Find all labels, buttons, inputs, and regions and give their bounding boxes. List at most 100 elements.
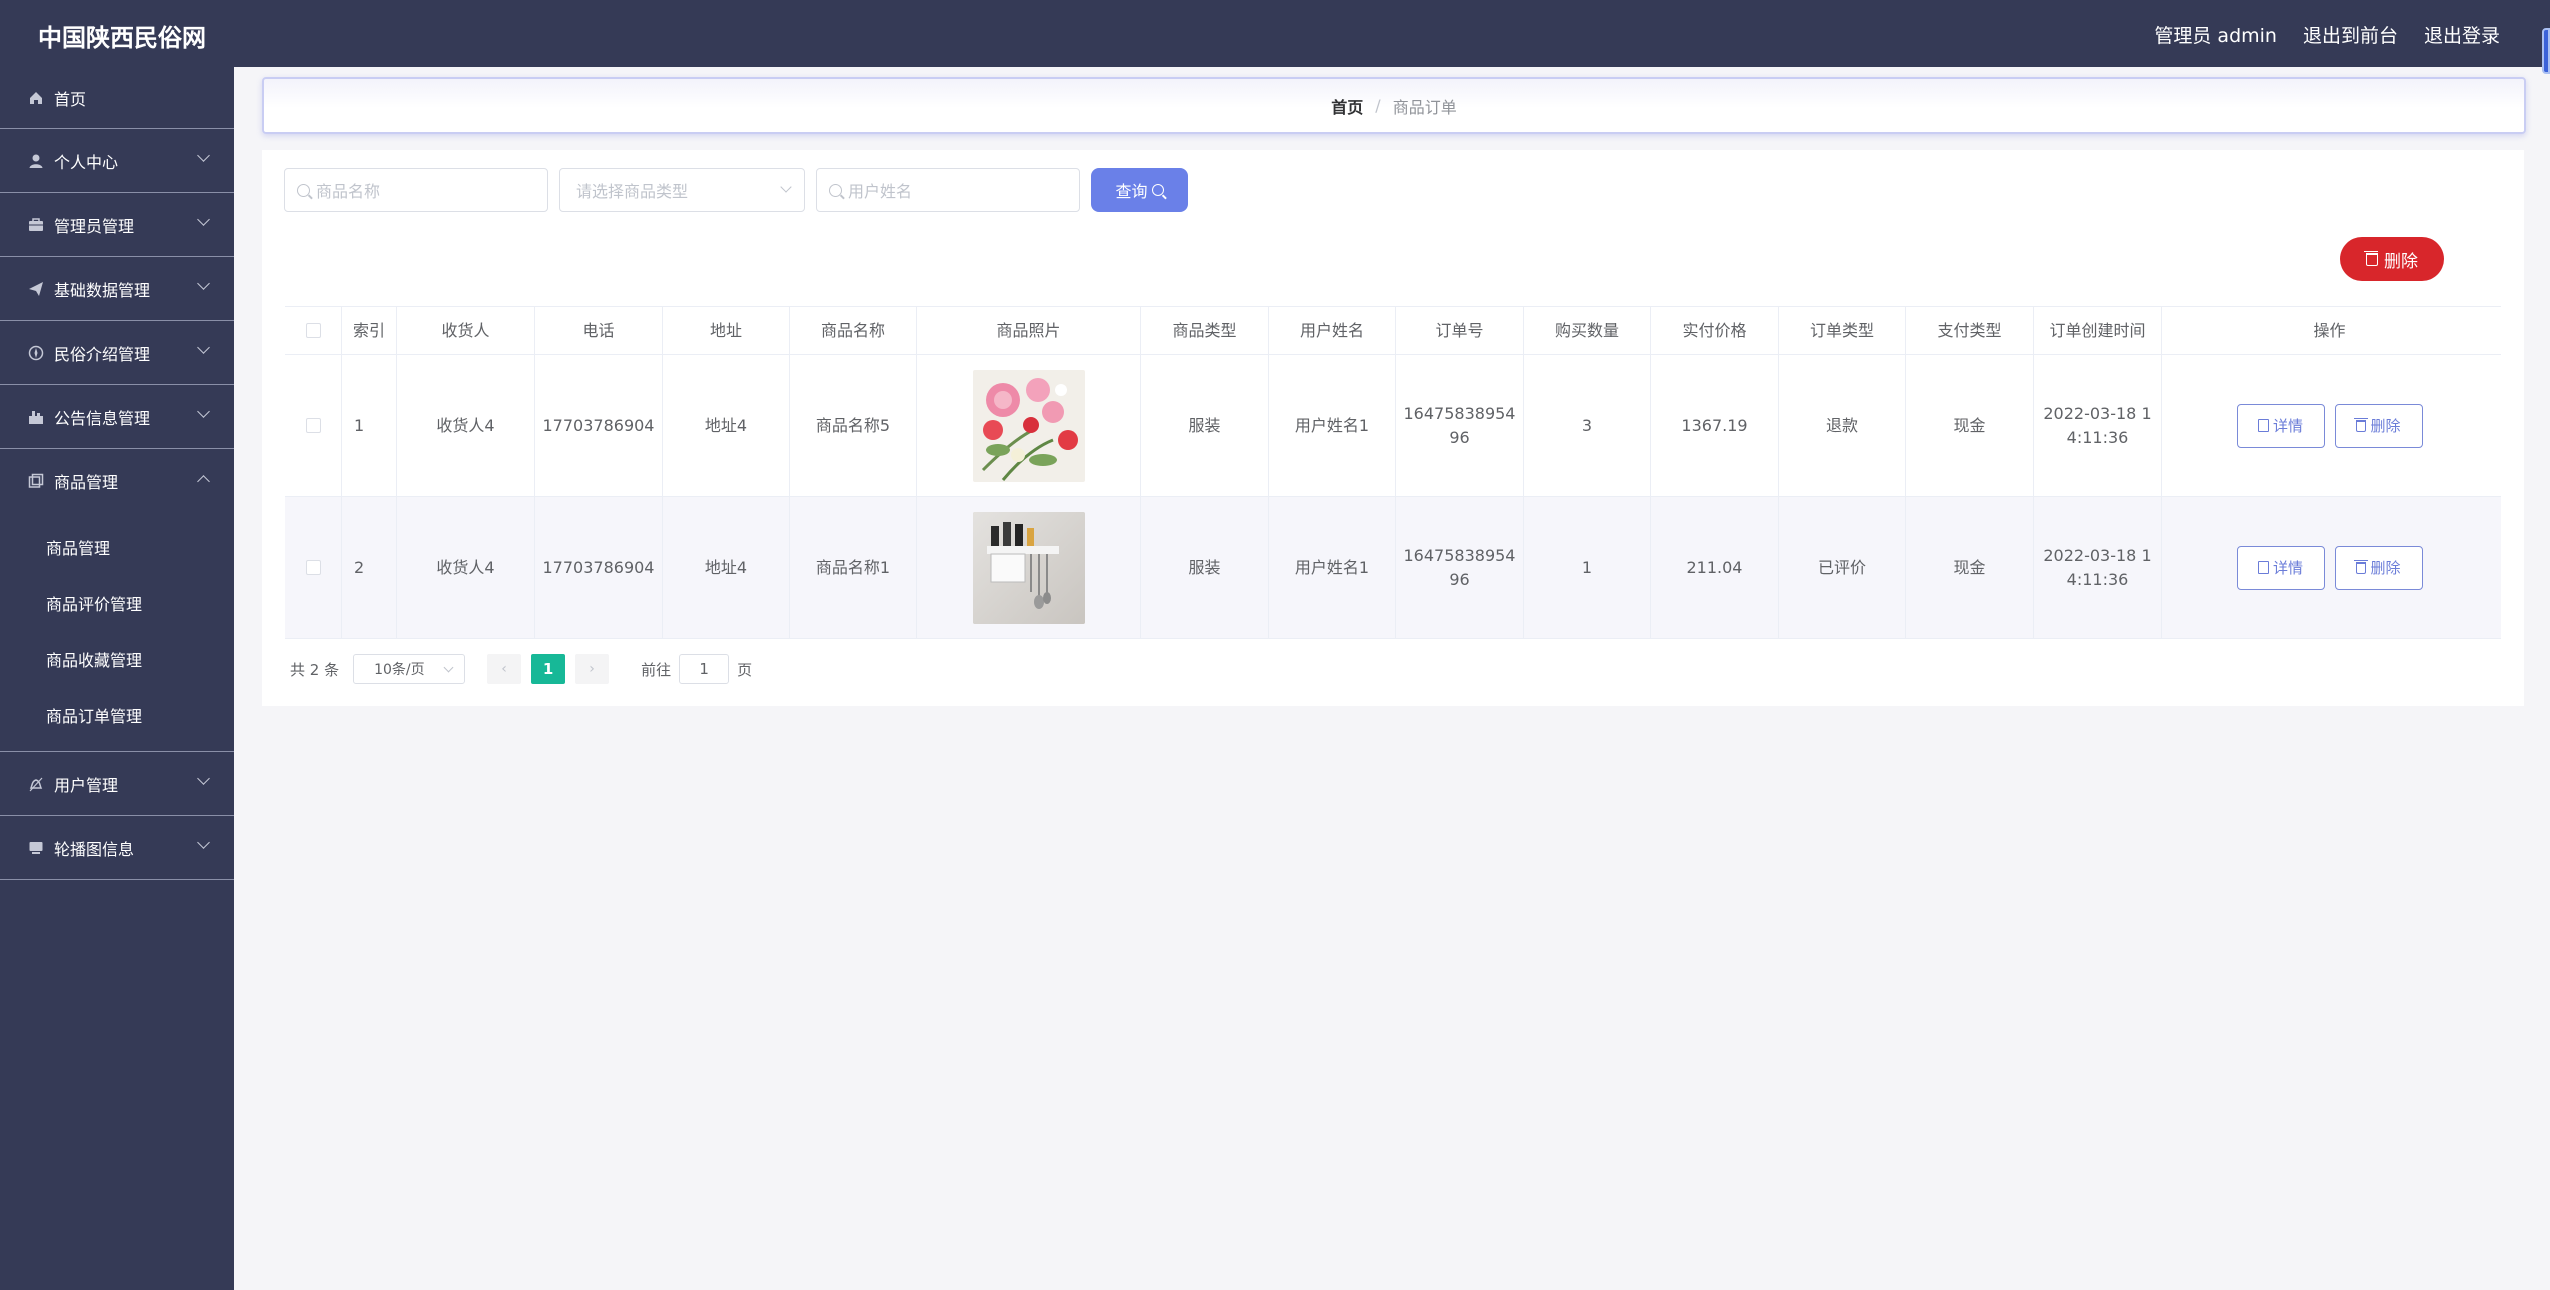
user-name-placeholder: 用户姓名 bbox=[848, 182, 913, 201]
header-order-type: 订单类型 bbox=[1779, 307, 1906, 354]
sidebar-item-notice[interactable]: 公告信息管理 bbox=[0, 385, 234, 449]
cell-actions: 详情 删除 bbox=[2162, 355, 2497, 496]
page-size-value: 10条/页 bbox=[374, 662, 425, 678]
cell-goods-name: 商品名称5 bbox=[790, 355, 917, 496]
cell-created: 2022-03-18 1 4:11:36 bbox=[2034, 355, 2162, 496]
cell-goods-name: 商品名称1 bbox=[790, 497, 917, 638]
header-created: 订单创建时间 bbox=[2034, 307, 2162, 354]
detail-label: 详情 bbox=[2272, 558, 2303, 577]
cell-receiver: 收货人4 bbox=[397, 497, 535, 638]
chevron-right-icon: › bbox=[589, 661, 595, 677]
chevron-down-icon bbox=[443, 662, 454, 673]
exit-to-front-link[interactable]: 退出到前台 bbox=[2303, 21, 2398, 48]
sidebar-item-carousel[interactable]: 轮播图信息 bbox=[0, 816, 234, 880]
sidebar-item-folk-intro[interactable]: 民俗介绍管理 bbox=[0, 321, 234, 385]
row-checkbox[interactable] bbox=[305, 560, 321, 575]
logout-link[interactable]: 退出登录 bbox=[2424, 21, 2500, 48]
batch-delete-button[interactable]: 删除 bbox=[2340, 237, 2444, 281]
header-receiver: 收货人 bbox=[397, 307, 535, 354]
header-actions: 操作 bbox=[2313, 320, 2346, 340]
prev-page-button[interactable]: ‹ bbox=[487, 654, 522, 684]
page-suffix: 页 bbox=[737, 660, 753, 679]
order-no-line2: 96 bbox=[1449, 569, 1470, 589]
user-name-input[interactable]: 用户姓名 bbox=[816, 168, 1080, 212]
chevron-down-icon bbox=[780, 181, 792, 193]
page-number-current[interactable]: 1 bbox=[531, 654, 566, 684]
sidebar-item-label: 民俗介绍管理 bbox=[54, 344, 151, 364]
sidebar-item-home[interactable]: 首页 bbox=[0, 67, 234, 129]
pagination: 共 2 条 10条/页 ‹ 1 › 前往 1 页 bbox=[290, 654, 752, 684]
table-header-row: 索引 收货人 电话 地址 商品名称 商品照片 商品类型 用户姓名 订单号 购买数… bbox=[285, 307, 2501, 355]
cell-user-name: 用户姓名1 bbox=[1269, 355, 1396, 496]
pagination-total: 共 2 条 bbox=[290, 660, 340, 679]
row-select-cell bbox=[285, 355, 342, 496]
chevron-down-icon bbox=[197, 149, 210, 162]
detail-button[interactable]: 详情 bbox=[2236, 403, 2325, 448]
goods-submenu: 商品管理 商品评价管理 商品收藏管理 商品订单管理 bbox=[0, 513, 234, 752]
sidebar-item-label: 公告信息管理 bbox=[54, 408, 151, 428]
sidebar-item-users[interactable]: 用户管理 bbox=[0, 752, 234, 816]
sidebar-subitem-goods-order[interactable]: 商品订单管理 bbox=[0, 687, 234, 743]
header-goods-name: 商品名称 bbox=[790, 307, 917, 354]
flowers-photo[interactable] bbox=[972, 369, 1085, 482]
created-line2: 4:11:36 bbox=[2066, 569, 2129, 589]
goods-type-placeholder: 请选择商品类型 bbox=[576, 182, 689, 201]
goods-type-select[interactable]: 请选择商品类型 bbox=[559, 168, 805, 212]
order-no-line1: 16475838954 bbox=[1403, 545, 1516, 565]
breadcrumb-home[interactable]: 首页 bbox=[1331, 94, 1363, 118]
chevron-left-icon: ‹ bbox=[501, 661, 507, 677]
cell-created: 2022-03-18 1 4:11:36 bbox=[2034, 497, 2162, 638]
page-jump: 前往 1 页 bbox=[641, 654, 752, 684]
cell-order-no: 16475838954 96 bbox=[1396, 355, 1524, 496]
sidebar-subitem-goods-favorite[interactable]: 商品收藏管理 bbox=[0, 631, 234, 687]
user-icon bbox=[28, 153, 44, 169]
goods-name-input[interactable]: 商品名称 bbox=[284, 168, 548, 212]
row-delete-button[interactable]: 删除 bbox=[2334, 403, 2423, 448]
compass-icon bbox=[28, 345, 44, 361]
cell-goods-type: 服装 bbox=[1141, 355, 1269, 496]
header-user-name: 用户姓名 bbox=[1269, 307, 1396, 354]
header-goods-type: 商品类型 bbox=[1141, 307, 1269, 354]
header-qty: 购买数量 bbox=[1524, 307, 1651, 354]
select-all-checkbox[interactable] bbox=[305, 323, 321, 338]
search-icon bbox=[297, 183, 310, 197]
content-card: 商品名称 请选择商品类型 用户姓名 查询 删除 索引 收货人 电话 地址 商品名… bbox=[262, 150, 2524, 706]
next-page-button[interactable]: › bbox=[575, 654, 610, 684]
breadcrumb-current: 商品订单 bbox=[1392, 97, 1457, 117]
kitchen-rack-photo[interactable] bbox=[972, 511, 1085, 624]
bell-icon bbox=[28, 776, 44, 792]
cell-order-type: 退款 bbox=[1779, 355, 1906, 496]
cell-phone: 17703786904 bbox=[535, 355, 663, 496]
cell-phone: 17703786904 bbox=[535, 497, 663, 638]
cell-order-type: 已评价 bbox=[1779, 497, 1906, 638]
created-line1: 2022-03-18 1 bbox=[2043, 403, 2152, 423]
sidebar-item-goods[interactable]: 商品管理 bbox=[0, 449, 234, 513]
document-icon bbox=[2257, 419, 2269, 432]
table-row: 1 收货人4 17703786904 地址4 商品名称5 服装 用户姓名1 16… bbox=[285, 355, 2501, 497]
briefcase-icon bbox=[28, 217, 44, 233]
goto-page-input[interactable]: 1 bbox=[679, 654, 730, 684]
sidebar-item-base-data[interactable]: 基础数据管理 bbox=[0, 257, 234, 321]
header-order-no: 订单号 bbox=[1396, 307, 1524, 354]
brand-title: 中国陕西民俗网 bbox=[38, 24, 206, 52]
detail-button[interactable]: 详情 bbox=[2236, 545, 2325, 590]
search-icon bbox=[1151, 184, 1164, 196]
cell-qty: 1 bbox=[1524, 497, 1651, 638]
orders-table: 索引 收货人 电话 地址 商品名称 商品照片 商品类型 用户姓名 订单号 购买数… bbox=[285, 306, 2501, 639]
trash-icon bbox=[2354, 417, 2369, 432]
row-select-cell bbox=[285, 497, 342, 638]
sidebar-item-label: 首页 bbox=[54, 89, 87, 109]
sidebar-item-admin[interactable]: 管理员管理 bbox=[0, 193, 234, 257]
sidebar-subitem-goods-review[interactable]: 商品评价管理 bbox=[0, 575, 234, 631]
row-delete-button[interactable]: 删除 bbox=[2334, 545, 2423, 590]
sidebar-item-profile[interactable]: 个人中心 bbox=[0, 129, 234, 193]
sidebar-item-label: 商品管理 bbox=[54, 473, 119, 492]
cell-pay-type: 现金 bbox=[1906, 355, 2034, 496]
sidebar-subitem-goods[interactable]: 商品管理 bbox=[0, 519, 234, 575]
edge-tab[interactable] bbox=[2542, 28, 2550, 74]
query-button[interactable]: 查询 bbox=[1091, 168, 1188, 212]
row-checkbox[interactable] bbox=[305, 418, 321, 433]
page-size-select[interactable]: 10条/页 bbox=[353, 654, 466, 684]
goods-name-placeholder: 商品名称 bbox=[316, 182, 381, 201]
delete-label: 删除 bbox=[2370, 558, 2401, 577]
